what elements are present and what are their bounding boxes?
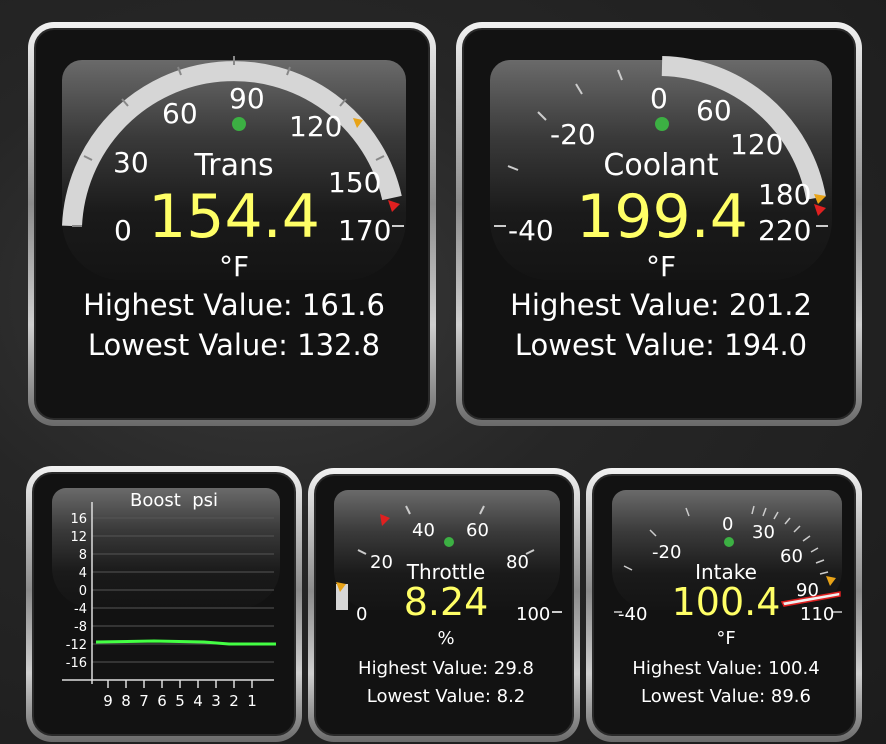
boost-x-tick: 3 <box>211 692 221 710</box>
boost-chart: 16 12 8 4 0 -4 -8 -12 -16 9 8 7 6 5 4 3 … <box>62 502 276 710</box>
boost-x-tick: 9 <box>103 692 113 710</box>
boost-x-tick: 1 <box>247 692 257 710</box>
coolant-unit: °F <box>645 250 677 283</box>
throttle-lowest-value: Lowest Value: 8.2 <box>366 686 526 707</box>
boost-y-tick: 12 <box>70 530 87 545</box>
trans-value: 154.4 <box>148 182 320 252</box>
boost-x-tick: 5 <box>175 692 185 710</box>
trans-unit: °F <box>218 250 250 283</box>
boost-x-tick: 6 <box>157 692 167 710</box>
trans-tick-label: 0 <box>114 214 132 247</box>
boost-y-tick: -12 <box>66 638 87 653</box>
coolant-label: Coolant <box>603 148 719 183</box>
throttle-gauge-panel: 0 20 40 60 80 100 Throttle 8.24 % Highes… <box>314 474 574 736</box>
boost-x-tick: 7 <box>139 692 149 710</box>
boost-x-tick: 4 <box>193 692 203 710</box>
throttle-highest-value: Highest Value: 29.8 <box>358 658 534 679</box>
trans-tick-label: 90 <box>229 82 265 115</box>
throttle-tick-label: 60 <box>466 520 489 541</box>
trans-lowest-value: Lowest Value: 132.8 <box>87 328 381 362</box>
boost-graph-panel: Boost psi 16 12 8 4 0 -4 -8 -12 -16 9 8 … <box>32 472 296 736</box>
throttle-tick-label: 0 <box>356 604 367 625</box>
throttle-gauge-card[interactable]: 0 20 40 60 80 100 Throttle 8.24 % Highes… <box>308 468 580 742</box>
boost-y-tick: -16 <box>66 656 87 671</box>
intake-gauge-card[interactable]: -40 -20 0 30 60 90 110 Intake 100.4 °F H… <box>586 468 862 742</box>
throttle-unit: % <box>437 628 455 649</box>
trans-low-marker <box>388 200 400 212</box>
coolant-tick-label: -40 <box>508 214 554 247</box>
trans-gauge-card[interactable]: 0 30 60 90 120 150 170 Trans 154.4 °F Hi… <box>28 22 436 426</box>
trans-tick-label: 60 <box>162 97 198 130</box>
boost-y-tick: -8 <box>74 620 87 635</box>
intake-unit: °F <box>716 628 736 649</box>
boost-x-tick: 2 <box>229 692 239 710</box>
boost-y-tick: 0 <box>79 584 87 599</box>
trans-gauge-panel: 0 30 60 90 120 150 170 Trans 154.4 °F Hi… <box>34 28 430 420</box>
intake-center-dot <box>724 537 734 547</box>
coolant-low-marker <box>814 204 826 216</box>
coolant-center-dot <box>655 117 669 131</box>
trans-highest-value: Highest Value: 161.6 <box>83 288 385 322</box>
intake-highest-value: Highest Value: 100.4 <box>632 658 820 679</box>
coolant-lowest-value: Lowest Value: 194.0 <box>514 328 808 362</box>
coolant-gauge-card[interactable]: -40 -20 0 60 120 180 220 Coolant 199.4 °… <box>456 22 862 426</box>
intake-value: 100.4 <box>671 580 781 624</box>
coolant-value: 199.4 <box>576 182 748 252</box>
throttle-tick-label: 100 <box>516 604 550 625</box>
coolant-highest-value: Highest Value: 201.2 <box>510 288 812 322</box>
boost-x-tick: 8 <box>121 692 131 710</box>
coolant-tick-label: 0 <box>650 82 668 115</box>
coolant-tick-label: -20 <box>550 118 596 151</box>
intake-tick-label: 110 <box>800 604 834 625</box>
throttle-center-dot <box>444 537 454 547</box>
throttle-low-marker <box>380 514 390 526</box>
boost-y-tick: 8 <box>79 548 87 563</box>
throttle-tick-label: 40 <box>412 520 435 541</box>
boost-graph-card[interactable]: Boost psi 16 12 8 4 0 -4 -8 -12 -16 9 8 … <box>26 466 302 742</box>
boost-y-tick: 16 <box>70 512 87 527</box>
boost-y-tick: 4 <box>79 566 87 581</box>
throttle-value: 8.24 <box>403 580 489 624</box>
intake-tick-label: 0 <box>722 514 733 535</box>
trans-tick-label: 120 <box>289 110 342 143</box>
coolant-tick-label: 220 <box>758 214 811 247</box>
boost-y-tick: -4 <box>74 602 87 617</box>
coolant-gauge-panel: -40 -20 0 60 120 180 220 Coolant 199.4 °… <box>462 28 856 420</box>
trans-center-dot <box>232 117 246 131</box>
intake-tick-label: 30 <box>752 522 775 543</box>
intake-lowest-value: Lowest Value: 89.6 <box>641 686 811 707</box>
intake-gauge-panel: -40 -20 0 30 60 90 110 Intake 100.4 °F H… <box>592 474 856 736</box>
coolant-tick-label: 60 <box>696 94 732 127</box>
trans-label: Trans <box>194 148 274 183</box>
trans-tick-label: 170 <box>338 214 391 247</box>
intake-tick-label: -40 <box>618 604 647 625</box>
